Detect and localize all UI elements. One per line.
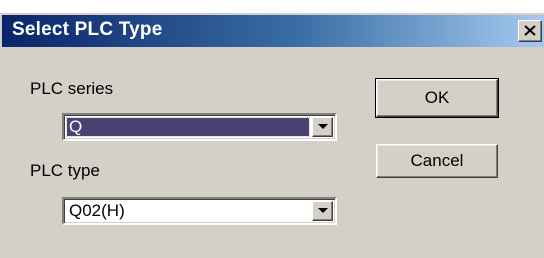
dialog-title: Select PLC Type: [12, 19, 163, 40]
plc-series-label: PLC series: [30, 79, 114, 98]
cancel-button[interactable]: Cancel: [376, 144, 498, 178]
plc-type-dropdown-button[interactable]: [312, 201, 333, 221]
title-bar[interactable]: Select PLC Type: [2, 15, 544, 47]
plc-series-value: Q: [66, 117, 310, 137]
plc-series-dropdown-button[interactable]: [312, 117, 333, 137]
close-icon: [524, 25, 536, 36]
close-button[interactable]: [518, 20, 542, 42]
plc-type-select[interactable]: Q02(H): [62, 197, 337, 225]
ok-button[interactable]: OK: [375, 78, 499, 118]
select-plc-type-dialog: Select PLC Type PLC series Q PLC type Q0…: [0, 12, 544, 258]
chevron-down-icon: [318, 208, 328, 213]
plc-type-label: PLC type: [30, 161, 100, 180]
plc-series-select[interactable]: Q: [62, 113, 337, 141]
chevron-down-icon: [318, 124, 328, 129]
plc-type-value: Q02(H): [69, 201, 125, 220]
